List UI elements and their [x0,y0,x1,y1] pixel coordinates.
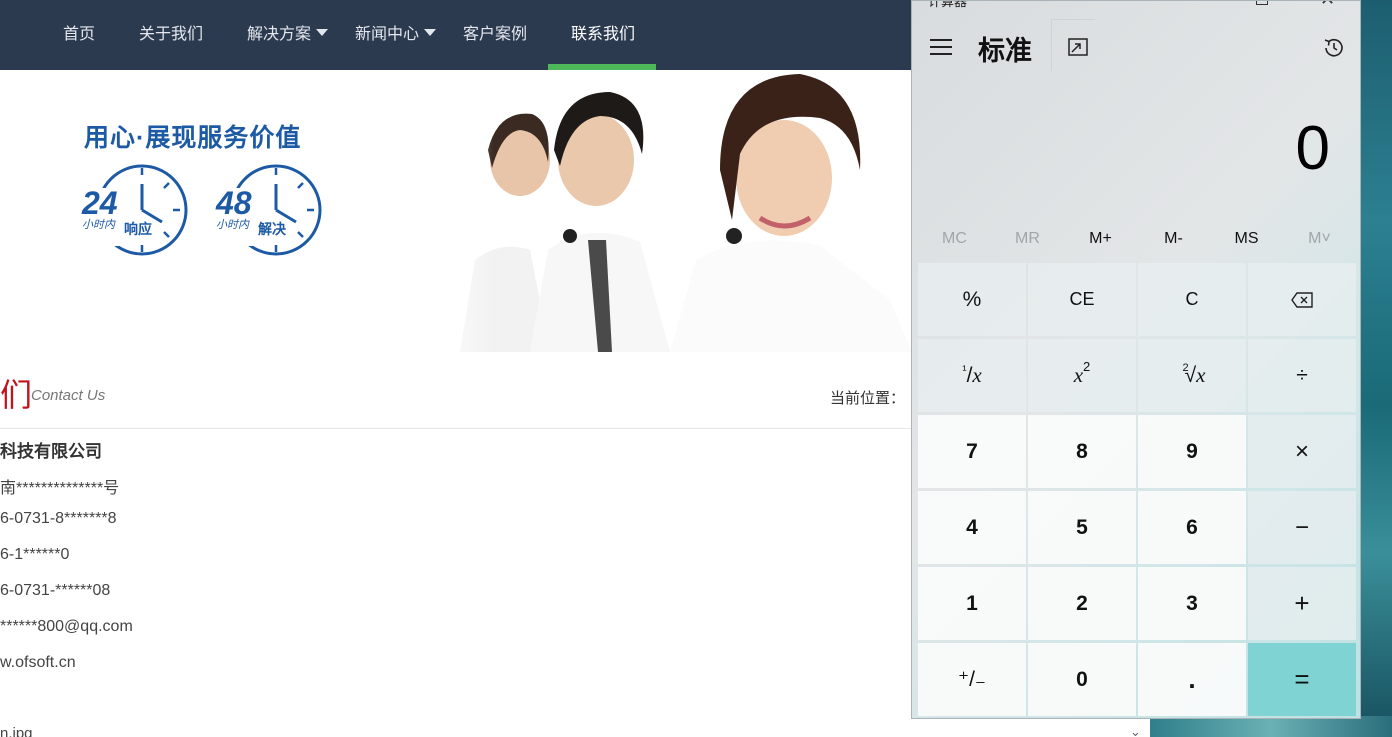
backspace-button[interactable] [1248,263,1356,336]
customer-service-photo [420,70,912,352]
memory-recall-button: MR [1015,230,1040,247]
nav-item-contact[interactable]: 联系我们 [571,0,635,70]
website-line[interactable]: w.ofsoft.cn [0,654,76,672]
nav-label: 首页 [63,26,96,43]
memory-list-button: M˅ [1308,230,1331,247]
history-icon[interactable] [1322,36,1346,60]
maximize-icon[interactable] [1256,1,1268,5]
nav-label: 客户案例 [463,26,528,43]
mobile-line: 6-1******0 [0,546,70,563]
caret-down-icon [316,29,329,37]
image-filename: n.jpg [0,725,33,737]
decimal-button[interactable]: . [1138,643,1246,716]
address-line: 南**************号 [0,480,120,497]
memory-add-button[interactable]: M+ [1064,225,1137,253]
digit-4-button[interactable]: 4 [918,491,1026,564]
add-button[interactable]: + [1248,567,1356,640]
keep-on-top-icon [1068,38,1088,56]
mode-title: 标准 [978,36,1032,66]
divider [0,428,912,429]
clock-small-text: 小时内 [216,218,250,231]
nav-label: 联系我们 [571,26,636,43]
menu-icon[interactable] [930,39,952,55]
banner-slogan: 用心·展现服务价值 [84,124,302,152]
email-line[interactable]: ******800@qq.com [0,618,133,636]
clock-word-text: 响应 [124,221,152,238]
clock-word-text: 解决 [258,221,287,238]
nav-item-home[interactable]: 首页 [63,0,95,70]
digit-6-button[interactable]: 6 [1138,491,1246,564]
clock-24h-icon: 24 小时内 响应 [80,164,188,256]
clear-entry-button[interactable]: CE [1028,263,1136,336]
digit-8-button[interactable]: 8 [1028,415,1136,488]
clock-48h-icon: 48 小时内 解决 [214,164,322,256]
nav-item-about[interactable]: 关于我们 [139,0,203,70]
caret-down-icon [424,29,437,37]
nav-item-solutions[interactable]: 解决方案 [247,0,329,70]
phone-line: 6-0731-8*******8 [0,510,117,527]
result-display: 0 [1295,114,1330,183]
keypad: % CE C ¹ / x x2 2 √ x ÷ 7 8 9 × 4 5 6 − 1 [918,263,1358,717]
backspace-icon [1291,291,1313,308]
company-name: 科技有限公司 [0,442,102,461]
digit-0-button[interactable]: 0 [1028,643,1136,716]
digit-3-button[interactable]: 3 [1138,567,1246,640]
equals-button[interactable]: = [1248,643,1356,716]
nav-item-news[interactable]: 新闻中心 [355,0,437,70]
memory-bar: MC MR M+ M- MS M˅ [918,225,1356,253]
nav-label: 解决方案 [247,26,312,43]
square-power: 2 [1083,359,1091,374]
memory-store-button[interactable]: MS [1210,225,1283,253]
clock-small-text: 小时内 [82,218,116,231]
reciprocal-x: x [972,363,982,387]
digit-7-button[interactable]: 7 [918,415,1026,488]
fax-line: 6-0731-******08 [0,582,111,599]
divide-button[interactable]: ÷ [1248,339,1356,412]
nav-label: 新闻中心 [355,26,420,43]
subtract-button[interactable]: − [1248,491,1356,564]
root-x: x [1196,363,1206,387]
square-root-button[interactable]: 2 √ x [1138,339,1246,412]
desktop-wallpaper [1150,716,1392,737]
clock-hours-text: 24 [81,185,118,221]
section-heading: 们 [0,377,33,413]
percent-button[interactable]: % [918,263,1026,336]
desktop-wallpaper [1360,0,1392,737]
negate-button[interactable]: ⁺/₋ [918,643,1026,716]
nav-label: 关于我们 [139,26,204,43]
window-title: 计算器 [928,0,968,9]
digit-5-button[interactable]: 5 [1028,491,1136,564]
reciprocal-button[interactable]: ¹ / x [918,339,1026,412]
digit-9-button[interactable]: 9 [1138,415,1246,488]
square-x: x [1073,363,1084,387]
clock-hours-text: 48 [215,185,252,221]
root-index: 2 [1182,361,1189,374]
close-icon[interactable]: ✕ [1320,1,1335,10]
calculator-window: 计算器 ✕ 标准 0 MC MR M+ M- MS M˅ % CE C [911,0,1361,719]
reciprocal-numerator: ¹ [962,362,967,377]
section-heading-en: Contact Us [31,387,106,404]
hero-banner: 用心·展现服务价值 24 小时内 响应 48 小时内 解决 [0,70,912,352]
digit-2-button[interactable]: 2 [1028,567,1136,640]
digit-1-button[interactable]: 1 [918,567,1026,640]
site-nav-bar: 首页 关于我们 解决方案 新闻中心 客户案例 联系我们 [0,0,912,70]
multiply-button[interactable]: × [1248,415,1356,488]
memory-clear-button: MC [942,230,967,247]
square-button[interactable]: x2 [1028,339,1136,412]
memory-subtract-button[interactable]: M- [1137,225,1210,253]
chevron-down-icon[interactable]: ⌄ [1130,724,1141,737]
breadcrumb: 当前位置： [830,390,906,407]
nav-item-cases[interactable]: 客户案例 [463,0,527,70]
clear-button[interactable]: C [1138,263,1246,336]
